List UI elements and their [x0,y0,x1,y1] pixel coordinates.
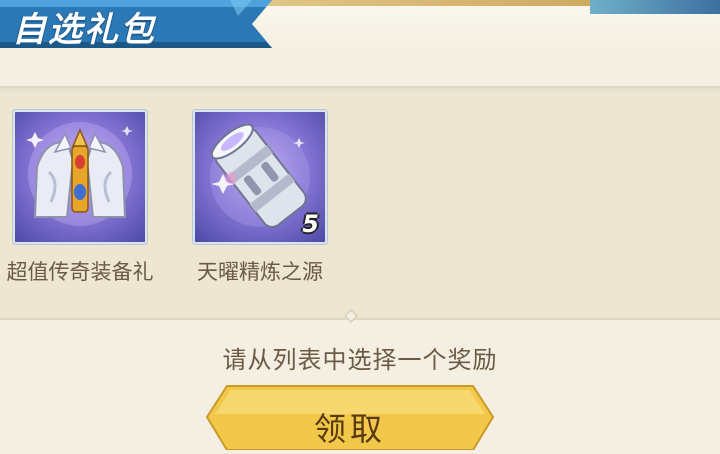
claim-button-label: 领取 [313,410,386,448]
reward-icon-frame [13,110,147,244]
reward-icon-frame: 5 [193,110,327,244]
reward-item-legendary-gear[interactable]: 超值传奇装备礼 [7,110,154,290]
divider-diamond-icon [343,308,359,324]
claim-button[interactable]: 领取 [205,384,495,451]
reward-item-refine-source[interactable]: 5 天曜精炼之源 [193,110,327,290]
background-scenery [590,0,720,14]
reward-count-badge: 5 [302,210,319,238]
reward-name: 超值传奇装备礼 [6,260,154,284]
title-banner: 自选礼包 [0,0,290,50]
reward-name: 天曜精炼之源 [197,260,323,284]
legendary-armor-icon [26,122,133,226]
selection-prompt: 请从列表中选择一个奖励 [222,346,498,374]
page-title: 自选礼包 [12,10,156,50]
